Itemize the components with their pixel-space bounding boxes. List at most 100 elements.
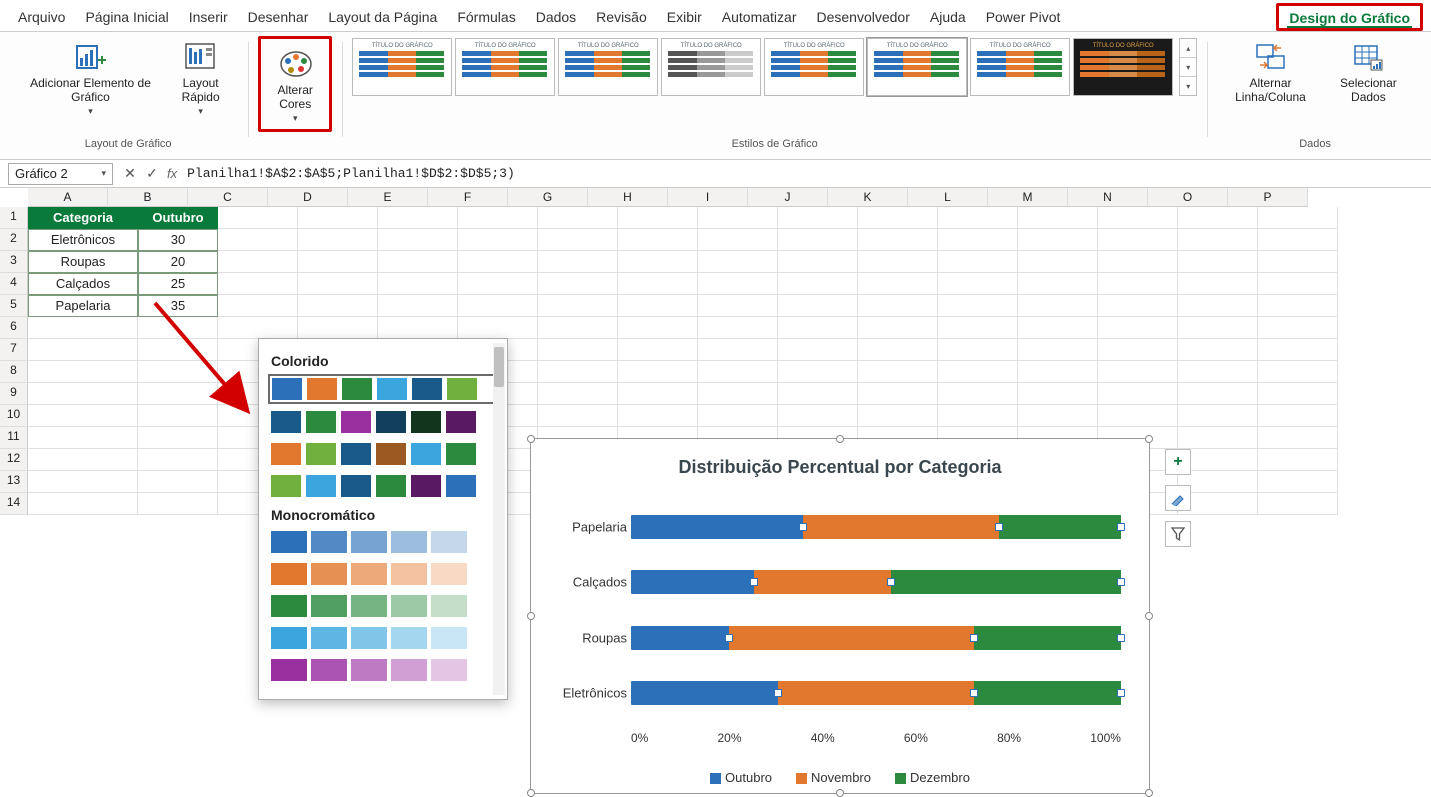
row-header[interactable]: 13 [0, 471, 28, 493]
column-header[interactable]: J [748, 188, 828, 207]
cell[interactable] [1018, 207, 1098, 229]
row-header[interactable]: 14 [0, 493, 28, 515]
color-swatch[interactable] [351, 627, 387, 649]
name-box[interactable]: Gráfico 2 ▾ [8, 163, 113, 185]
color-swatch[interactable] [446, 443, 476, 465]
cell[interactable] [1258, 449, 1338, 471]
legend-item[interactable]: Novembro [796, 770, 871, 785]
row-header[interactable]: 6 [0, 317, 28, 339]
fx-icon[interactable]: fx [163, 166, 181, 181]
row-header[interactable]: 1 [0, 207, 28, 229]
cell[interactable] [858, 383, 938, 405]
cell[interactable] [1098, 405, 1178, 427]
row-header[interactable]: 12 [0, 449, 28, 471]
cell[interactable] [538, 317, 618, 339]
cell[interactable] [138, 493, 218, 515]
tab-arquivo[interactable]: Arquivo [8, 5, 75, 31]
cell[interactable] [698, 273, 778, 295]
chart-style-thumb[interactable]: TÍTULO DO GRÁFICO [1073, 38, 1173, 96]
cell[interactable] [698, 405, 778, 427]
resize-handle[interactable] [836, 435, 844, 443]
color-swatch[interactable] [431, 563, 467, 585]
cell[interactable] [1258, 427, 1338, 449]
cell[interactable] [1258, 273, 1338, 295]
tab-desenhar[interactable]: Desenhar [238, 5, 319, 31]
chart-style-thumb[interactable]: TÍTULO DO GRÁFICO [661, 38, 761, 96]
accept-formula-button[interactable]: ✓ [141, 165, 163, 182]
cell[interactable] [1018, 339, 1098, 361]
cell[interactable] [538, 405, 618, 427]
chart-bar[interactable] [631, 681, 1121, 705]
color-swatch[interactable] [391, 531, 427, 553]
cell[interactable] [938, 361, 1018, 383]
row-header[interactable]: 5 [0, 295, 28, 317]
color-swatch[interactable] [351, 659, 387, 681]
cell[interactable] [28, 449, 138, 471]
cell[interactable]: Outubro [138, 207, 218, 229]
cell[interactable] [1178, 383, 1258, 405]
cell[interactable] [1018, 229, 1098, 251]
color-swatch[interactable] [431, 659, 467, 681]
cell[interactable] [1018, 295, 1098, 317]
cell[interactable] [1098, 295, 1178, 317]
cell[interactable] [1018, 251, 1098, 273]
cell[interactable] [458, 295, 538, 317]
cell[interactable] [28, 471, 138, 493]
cell[interactable]: Roupas [28, 251, 138, 273]
cell[interactable] [698, 207, 778, 229]
chevron-down-icon[interactable]: ▾ [101, 168, 106, 179]
cell[interactable] [218, 229, 298, 251]
cell[interactable] [378, 207, 458, 229]
resize-handle[interactable] [1145, 435, 1153, 443]
cell[interactable] [618, 405, 698, 427]
cell[interactable] [538, 339, 618, 361]
cell[interactable] [1258, 317, 1338, 339]
chart-style-thumb[interactable]: TÍTULO DO GRÁFICO [764, 38, 864, 96]
tab-layout-pagina[interactable]: Layout da Página [318, 5, 447, 31]
cell[interactable]: 20 [138, 251, 218, 273]
chart-style-more-button[interactable]: ▴▾▾ [1179, 38, 1197, 96]
cell[interactable] [298, 229, 378, 251]
cell[interactable] [778, 339, 858, 361]
cell[interactable] [1258, 339, 1338, 361]
chart-style-thumb[interactable]: TÍTULO DO GRÁFICO [970, 38, 1070, 96]
cell[interactable] [858, 273, 938, 295]
cell[interactable] [298, 295, 378, 317]
color-swatch[interactable] [376, 443, 406, 465]
cell[interactable]: Papelaria [28, 295, 138, 317]
cell[interactable] [1258, 383, 1338, 405]
add-chart-element-button[interactable]: Adicionar Elemento de Gráfico ▾ [18, 36, 163, 119]
cell[interactable] [938, 207, 1018, 229]
color-swatch[interactable] [351, 595, 387, 617]
cell[interactable] [138, 471, 218, 493]
cell[interactable] [778, 383, 858, 405]
color-swatch[interactable] [311, 627, 347, 649]
cell[interactable] [1098, 317, 1178, 339]
column-header[interactable]: L [908, 188, 988, 207]
color-swatch[interactable] [411, 443, 441, 465]
row-header[interactable]: 8 [0, 361, 28, 383]
tab-revisao[interactable]: Revisão [586, 5, 657, 31]
cell[interactable] [778, 273, 858, 295]
cell[interactable] [698, 251, 778, 273]
cell[interactable] [1178, 295, 1258, 317]
cell[interactable] [1178, 405, 1258, 427]
cell[interactable] [1098, 207, 1178, 229]
embedded-chart[interactable]: Distribuição Percentual por Categoria Pa… [530, 438, 1150, 794]
chart-elements-button[interactable]: + [1165, 449, 1191, 475]
tab-pagina-inicial[interactable]: Página Inicial [75, 5, 178, 31]
cell[interactable] [1258, 493, 1338, 515]
color-swatch[interactable] [311, 531, 347, 553]
cell[interactable] [28, 493, 138, 515]
cell[interactable] [618, 383, 698, 405]
cell[interactable] [938, 273, 1018, 295]
cell[interactable] [698, 295, 778, 317]
resize-handle[interactable] [527, 789, 535, 797]
row-header[interactable]: 4 [0, 273, 28, 295]
cell[interactable] [458, 207, 538, 229]
select-data-button[interactable]: Selecionar Dados [1324, 36, 1413, 106]
chart-style-thumb[interactable]: TÍTULO DO GRÁFICO [867, 38, 967, 96]
chart-bar[interactable] [631, 570, 1121, 594]
cell[interactable] [938, 405, 1018, 427]
cell[interactable] [1098, 361, 1178, 383]
